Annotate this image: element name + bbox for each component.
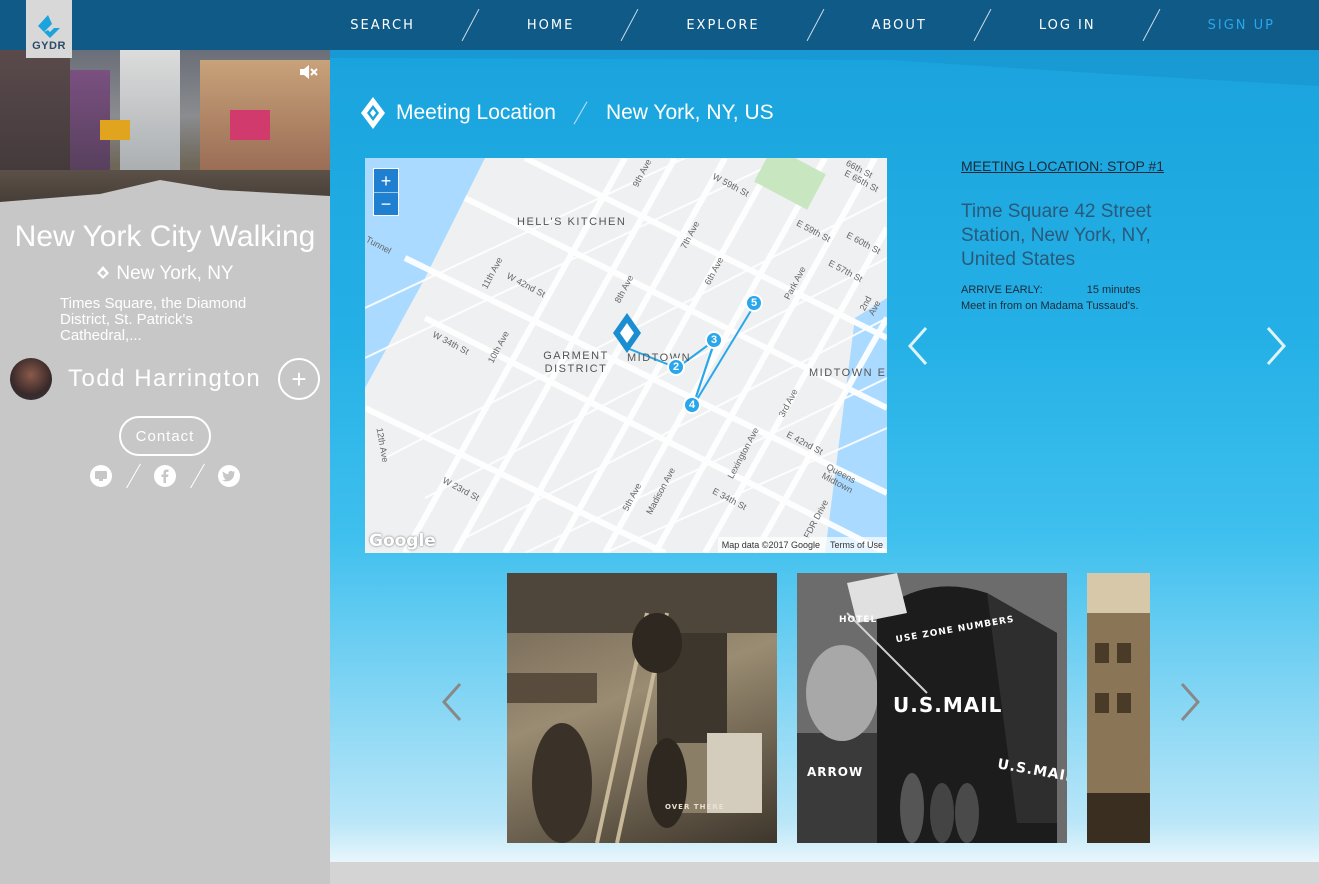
nav-menu: SEARCH HOME EXPLORE ABOUT LOG IN SIGN UP xyxy=(346,0,1319,50)
map-zoom-controls: + − xyxy=(373,168,399,216)
zoom-in-button[interactable]: + xyxy=(374,169,398,192)
hero-edge xyxy=(0,180,330,220)
guide-avatar[interactable] xyxy=(10,358,52,400)
gallery-photo[interactable]: USE ZONE NUMBERS U.S.MAIL U.S.MAIL ARROW… xyxy=(797,573,1067,843)
breadcrumb-divider xyxy=(566,100,596,126)
breadcrumb-place: New York, NY, US xyxy=(605,101,774,124)
gydr-logo[interactable]: GYDR xyxy=(26,0,72,58)
meet-instructions: Meet in from on Madama Tussaud's. xyxy=(961,300,1139,312)
photo-caption: ARROW xyxy=(807,765,864,779)
nav-signup[interactable]: SIGN UP xyxy=(1204,18,1279,33)
nav-search[interactable]: SEARCH xyxy=(346,18,419,33)
photo-caption: OVER THERE xyxy=(665,803,725,811)
zoom-out-button[interactable]: − xyxy=(374,192,398,215)
map-label: MIDTOWN E xyxy=(809,367,887,379)
social-links xyxy=(90,460,240,492)
gallery-photo[interactable]: OVER THERE xyxy=(507,573,777,843)
website-icon[interactable] xyxy=(90,465,112,487)
breadcrumb: Meeting Location New York, NY, US xyxy=(360,96,774,130)
photo-caption: U.S.MAIL xyxy=(893,693,1003,717)
gydr-pin-icon xyxy=(361,97,385,129)
tour-sidebar: New York City Walking New York, NY Times… xyxy=(0,50,330,884)
tour-location: New York, NY xyxy=(0,263,330,285)
stop-label: MEETING LOCATION: STOP #1 xyxy=(961,158,1165,174)
arrive-early: ARRIVE EARLY: 15 minutes xyxy=(961,284,1191,296)
nav-divider xyxy=(1122,7,1182,43)
next-stop-arrow-icon[interactable] xyxy=(1262,324,1292,368)
nav-divider xyxy=(600,7,660,43)
google-logo[interactable]: Google xyxy=(369,531,436,551)
main-content: Meeting Location New York, NY, US HELL'S… xyxy=(330,50,1319,862)
tour-map[interactable]: HELL'S KITCHEN GARMENT DISTRICT MIDTOWN … xyxy=(365,158,887,553)
map-label: GARMENT DISTRICT xyxy=(543,350,609,375)
tour-location-text: New York, NY xyxy=(116,263,234,284)
map-marker[interactable]: 5 xyxy=(745,294,763,312)
map-marker[interactable]: 3 xyxy=(705,331,723,349)
nav-about[interactable]: ABOUT xyxy=(868,18,931,33)
nav-home[interactable]: HOME xyxy=(523,18,578,33)
next-photo-arrow-icon[interactable] xyxy=(1176,680,1206,724)
location-pin-icon xyxy=(97,266,110,279)
nav-divider xyxy=(441,7,501,43)
nav-divider xyxy=(786,7,846,43)
gallery-photo[interactable] xyxy=(1087,573,1150,843)
map-marker[interactable]: 4 xyxy=(683,396,701,414)
prev-stop-arrow-icon[interactable] xyxy=(902,324,932,368)
tour-title: New York City Walking xyxy=(14,220,316,253)
nav-explore[interactable]: EXPLORE xyxy=(682,18,763,33)
follow-guide-button[interactable]: + xyxy=(278,358,320,400)
arrive-label: ARRIVE EARLY: xyxy=(961,284,1043,296)
social-divider xyxy=(123,460,143,492)
top-nav: GYDR SEARCH HOME EXPLORE ABOUT LOG IN SI… xyxy=(0,0,1319,58)
nav-login[interactable]: LOG IN xyxy=(1035,18,1100,33)
tour-description: Times Square, the Diamond District, St. … xyxy=(60,295,247,344)
logo-mark-icon xyxy=(38,15,60,38)
mute-icon[interactable] xyxy=(298,64,318,80)
breadcrumb-section[interactable]: Meeting Location xyxy=(396,101,556,125)
map-marker[interactable]: 2 xyxy=(667,358,685,376)
photo-billposters xyxy=(507,573,777,843)
guide-row: Todd Harrington + xyxy=(10,358,320,400)
prev-photo-arrow-icon[interactable] xyxy=(436,680,466,724)
map-label: HELL'S KITCHEN xyxy=(517,216,627,228)
twitter-icon[interactable] xyxy=(218,465,240,487)
terms-link[interactable]: Terms of Use xyxy=(830,540,883,550)
facebook-icon[interactable] xyxy=(154,465,176,487)
nav-divider xyxy=(953,7,1013,43)
social-divider xyxy=(187,460,207,492)
photo-street xyxy=(1087,573,1150,843)
map-data-credit: Map data ©2017 Google xyxy=(721,540,820,550)
logo-text: GYDR xyxy=(32,40,66,52)
contact-button[interactable]: Contact xyxy=(119,416,211,456)
photo-caption: HOTEL xyxy=(839,615,878,625)
map-attribution: Map data ©2017 Google Terms of Use xyxy=(717,537,887,553)
stop-info: MEETING LOCATION: STOP #1 Time Square 42… xyxy=(961,158,1191,312)
stop-address: Time Square 42 Street Station, New York,… xyxy=(961,201,1152,270)
arrive-value: 15 minutes xyxy=(1086,284,1141,296)
guide-name[interactable]: Todd Harrington xyxy=(68,365,278,393)
